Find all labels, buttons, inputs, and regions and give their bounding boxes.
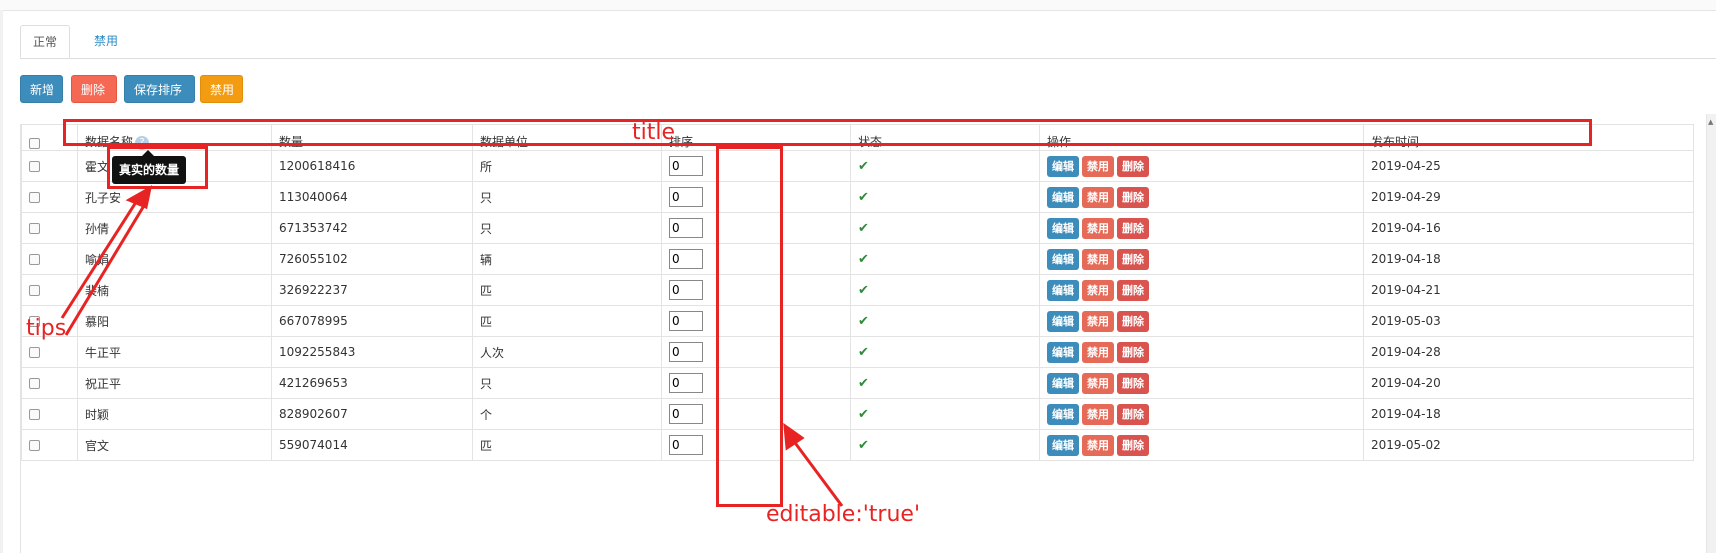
- tips-arrow-line-2: [64, 198, 150, 336]
- tips-arrow-head: [125, 185, 153, 210]
- editable-arrow-line: [788, 435, 844, 507]
- tips-arrow-line: [60, 198, 140, 319]
- annotation-arrows: [60, 185, 844, 507]
- editable-arrow-head: [783, 422, 805, 451]
